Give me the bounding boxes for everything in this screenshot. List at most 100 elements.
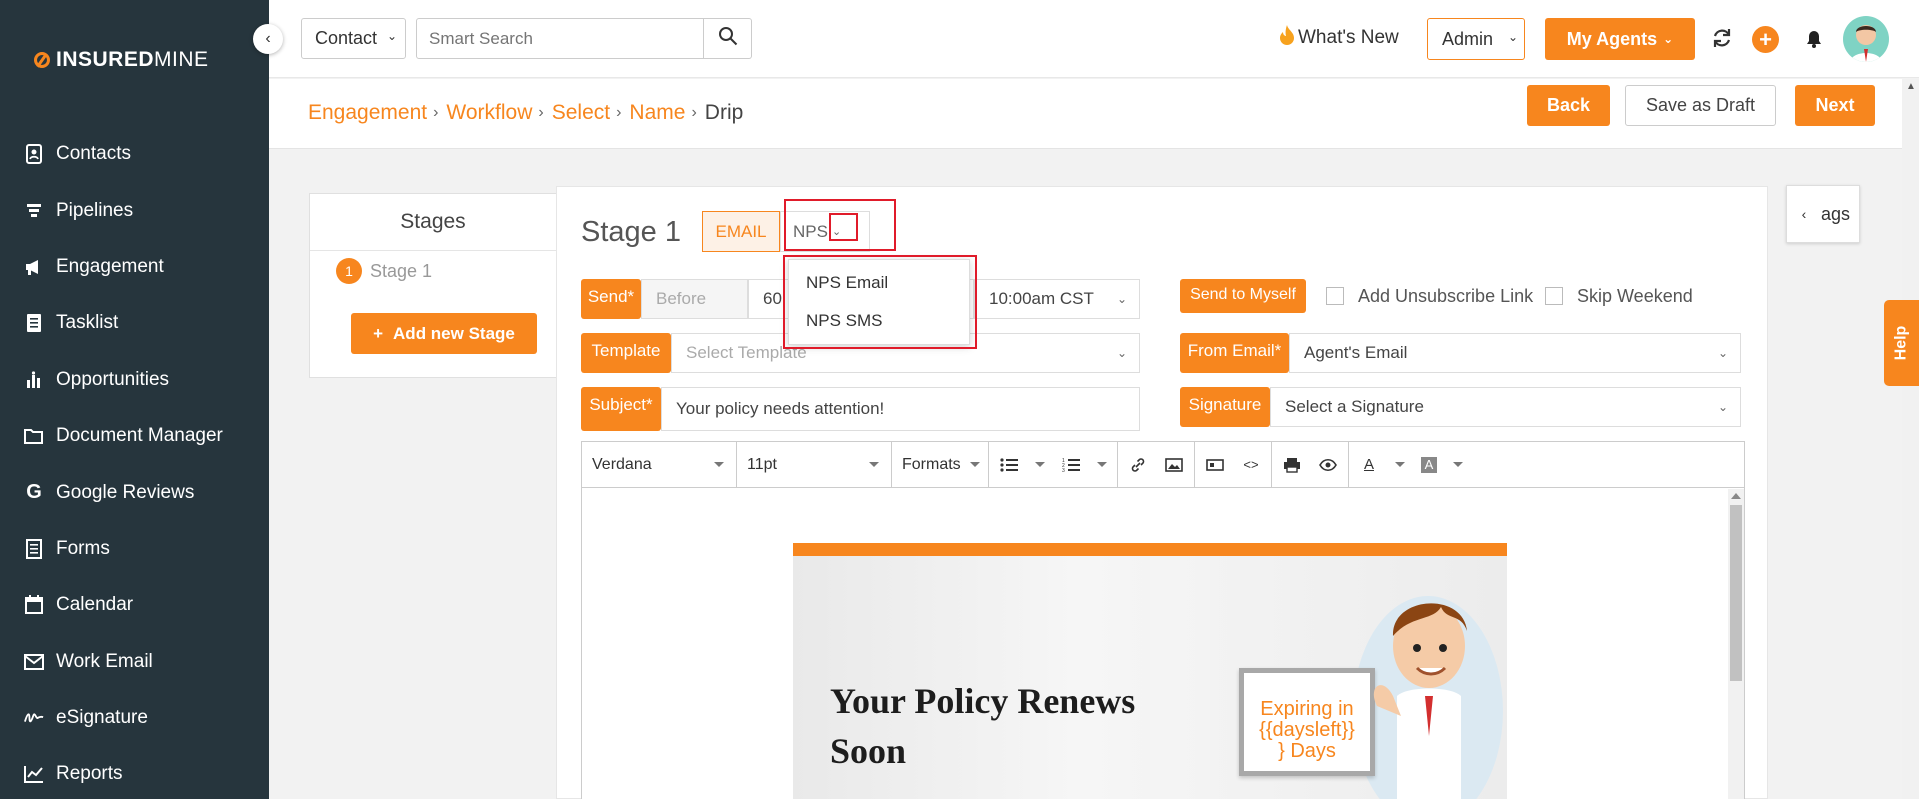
caret-down-icon[interactable] bbox=[1395, 462, 1405, 467]
stages-panel: Stages 1 Stage 1 + Add new Stage bbox=[309, 193, 557, 378]
sidebar-item-contacts[interactable]: Contacts bbox=[24, 126, 223, 182]
code-icon[interactable]: <> bbox=[1241, 455, 1261, 475]
save-as-draft-button[interactable]: Save as Draft bbox=[1625, 85, 1776, 126]
skip-weekend-checkbox[interactable] bbox=[1545, 287, 1563, 305]
breadcrumb-name[interactable]: Name bbox=[629, 101, 685, 125]
megaphone-icon bbox=[24, 257, 44, 277]
editor-content-area[interactable]: Your Policy Renews Soon Expiring in {{da… bbox=[582, 489, 1729, 799]
subject-input[interactable]: Your policy needs attention! bbox=[661, 387, 1140, 431]
smart-search-input[interactable] bbox=[416, 18, 704, 59]
send-time-select[interactable]: 10:00am CST ⌄ bbox=[974, 279, 1140, 319]
add-plus-icon[interactable]: + bbox=[1752, 26, 1779, 53]
chevron-right-icon: › bbox=[616, 104, 622, 121]
scroll-up-icon[interactable] bbox=[1731, 493, 1741, 499]
send-to-myself-button[interactable]: Send to Myself bbox=[1180, 279, 1306, 313]
signature-select[interactable]: Select a Signature ⌄ bbox=[1270, 387, 1741, 427]
editor-scrollbar[interactable] bbox=[1728, 489, 1744, 799]
font-size-select[interactable]: 11pt bbox=[737, 441, 892, 488]
caret-down-icon[interactable] bbox=[1035, 462, 1045, 467]
list-tools: 123 bbox=[989, 441, 1118, 488]
caret-down-icon bbox=[869, 461, 879, 467]
add-unsubscribe-checkbox[interactable] bbox=[1326, 287, 1344, 305]
user-avatar[interactable] bbox=[1843, 16, 1889, 62]
preview-eye-icon[interactable] bbox=[1318, 455, 1338, 475]
sidebar-item-label: Calendar bbox=[56, 594, 134, 616]
stage-list-item[interactable]: 1 Stage 1 bbox=[336, 258, 432, 284]
help-tab[interactable]: Help bbox=[1884, 300, 1919, 386]
list-icon bbox=[24, 313, 44, 333]
chevron-down-icon: ⌄ bbox=[386, 29, 397, 43]
print-icon[interactable] bbox=[1282, 455, 1302, 475]
send-days-value: 60 bbox=[763, 289, 782, 308]
breadcrumb-workflow[interactable]: Workflow bbox=[446, 101, 532, 125]
from-email-select[interactable]: Agent's Email ⌄ bbox=[1289, 333, 1741, 373]
my-agents-button[interactable]: My Agents ⌄ bbox=[1545, 18, 1695, 60]
send-when-field[interactable]: Before bbox=[641, 279, 748, 319]
text-color-icon[interactable]: A bbox=[1359, 455, 1379, 475]
sidebar-item-google-reviews[interactable]: G Google Reviews bbox=[24, 464, 223, 520]
sidebar-item-tasklist[interactable]: Tasklist bbox=[24, 295, 223, 351]
media-icon[interactable] bbox=[1205, 455, 1225, 475]
media-tools: <> bbox=[1195, 441, 1272, 488]
admin-dropdown[interactable]: Admin ⌄ bbox=[1427, 18, 1525, 60]
chevron-right-icon: › bbox=[691, 104, 697, 121]
email-hero-title: Your Policy Renews Soon bbox=[830, 681, 1136, 771]
top-header: Contact ⌄ What's New Admin ⌄ My Agents ⌄… bbox=[269, 0, 1919, 78]
breadcrumb-engagement[interactable]: Engagement bbox=[308, 101, 427, 125]
sidebar-item-esignature[interactable]: eSignature bbox=[24, 690, 223, 746]
sidebar-item-label: Contacts bbox=[56, 143, 131, 165]
logo-text-light: MINE bbox=[154, 48, 209, 71]
sidebar-nav: Contacts Pipelines Engagement Tasklist O… bbox=[24, 126, 223, 799]
caret-down-icon[interactable] bbox=[1097, 462, 1107, 467]
bell-icon[interactable] bbox=[1805, 30, 1823, 48]
tab-email[interactable]: EMAIL bbox=[702, 211, 780, 252]
logo[interactable]: INSURED MINE bbox=[34, 48, 209, 72]
sidebar-item-reports[interactable]: Reports bbox=[24, 746, 223, 799]
font-family-select[interactable]: Verdana bbox=[582, 441, 737, 488]
from-email-label: From Email* bbox=[1180, 333, 1289, 373]
next-button[interactable]: Next bbox=[1795, 85, 1875, 126]
sidebar-item-pipelines[interactable]: Pipelines bbox=[24, 182, 223, 238]
caret-down-icon[interactable] bbox=[1453, 462, 1463, 467]
formats-select[interactable]: Formats bbox=[892, 441, 989, 488]
funnel-icon bbox=[24, 201, 44, 221]
help-label: Help bbox=[1892, 325, 1910, 361]
sign-line-2: {{daysleft}} bbox=[1259, 719, 1355, 741]
add-stage-label: Add new Stage bbox=[393, 323, 515, 343]
subject-label: Subject* bbox=[581, 387, 661, 431]
sidebar-item-forms[interactable]: Forms bbox=[24, 521, 223, 577]
scrollbar-thumb[interactable] bbox=[1730, 505, 1742, 681]
numbered-list-icon[interactable]: 123 bbox=[1061, 455, 1081, 475]
fire-icon bbox=[1278, 24, 1296, 52]
search-button[interactable] bbox=[704, 18, 752, 59]
chevron-right-icon: › bbox=[538, 104, 544, 121]
caret-down-icon bbox=[970, 461, 980, 467]
sidebar-item-opportunities[interactable]: Opportunities bbox=[24, 352, 223, 408]
send-when-value: Before bbox=[656, 289, 707, 308]
contact-type-select[interactable]: Contact ⌄ bbox=[301, 18, 406, 59]
page-scrollbar[interactable]: ▲ bbox=[1902, 79, 1919, 799]
signature-icon bbox=[24, 708, 44, 728]
sidebar-item-document-manager[interactable]: Document Manager bbox=[24, 408, 223, 464]
scroll-up-icon[interactable]: ▲ bbox=[1906, 81, 1916, 92]
email-header-bar bbox=[793, 543, 1507, 556]
bullet-list-icon[interactable] bbox=[999, 455, 1019, 475]
link-icon[interactable] bbox=[1128, 455, 1148, 475]
background-color-icon[interactable]: A bbox=[1421, 456, 1437, 473]
add-unsubscribe-label: Add Unsubscribe Link bbox=[1358, 286, 1534, 306]
expiry-sign-text: Expiring in {{daysleft}} } Days bbox=[1244, 699, 1370, 762]
tags-panel-tab[interactable]: ‹ ags bbox=[1786, 185, 1860, 243]
template-label: Template bbox=[581, 333, 671, 373]
sidebar-item-label: Pipelines bbox=[56, 199, 134, 221]
sidebar-item-work-email[interactable]: Work Email bbox=[24, 634, 223, 690]
image-icon[interactable] bbox=[1164, 455, 1184, 475]
whats-new-link[interactable]: What's New bbox=[1278, 24, 1399, 52]
sidebar-item-engagement[interactable]: Engagement bbox=[24, 239, 223, 295]
from-email-value: Agent's Email bbox=[1304, 343, 1408, 362]
refresh-icon[interactable] bbox=[1711, 27, 1733, 49]
add-new-stage-button[interactable]: + Add new Stage bbox=[351, 313, 537, 354]
sidebar-collapse-button[interactable]: ‹ bbox=[253, 24, 283, 54]
back-button[interactable]: Back bbox=[1527, 85, 1610, 126]
sidebar-item-calendar[interactable]: Calendar bbox=[24, 577, 223, 633]
breadcrumb-select[interactable]: Select bbox=[552, 101, 610, 125]
